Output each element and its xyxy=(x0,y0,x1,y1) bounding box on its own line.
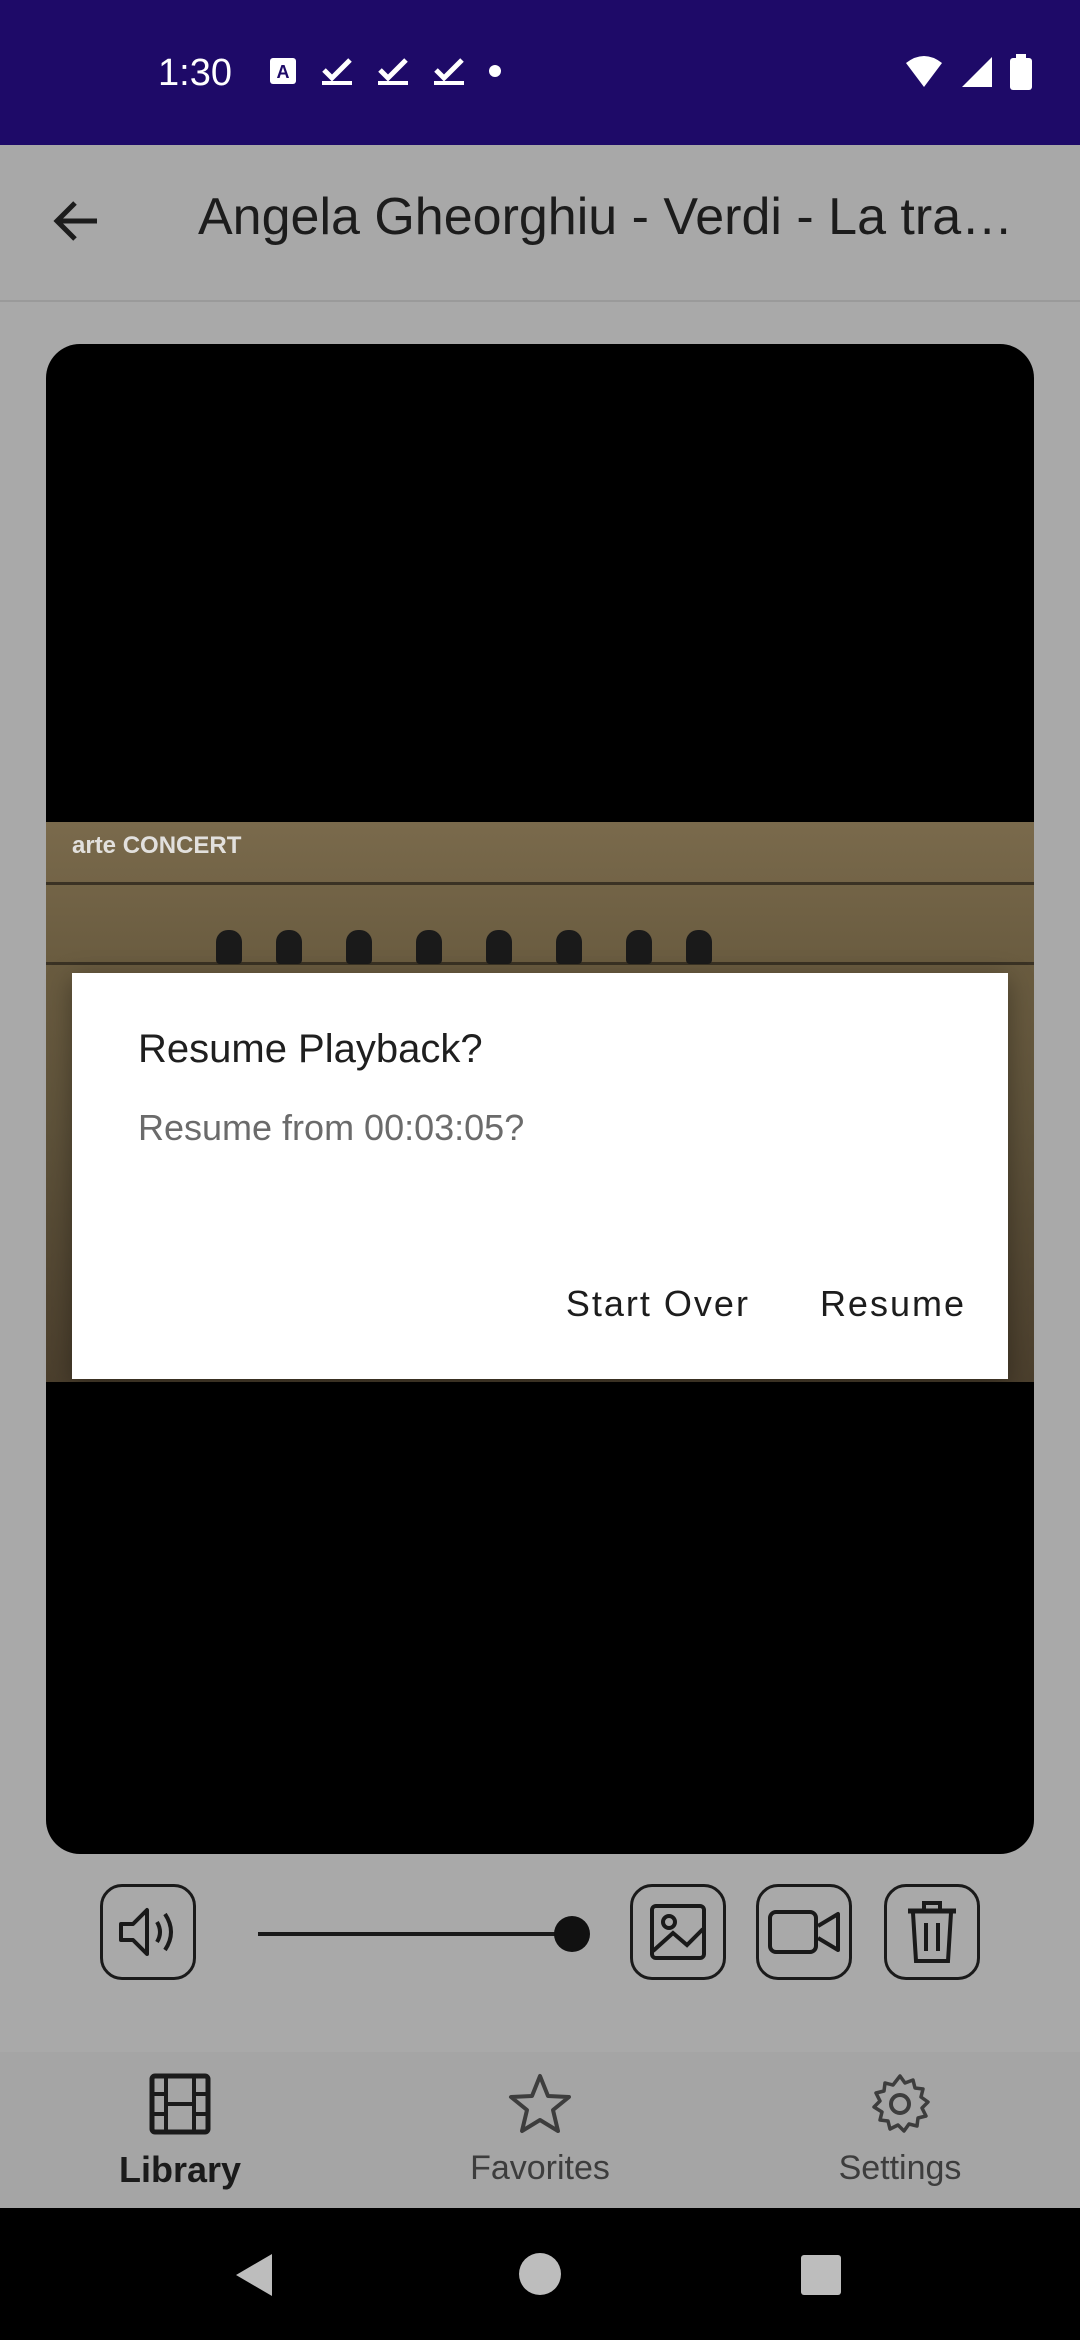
video-button[interactable] xyxy=(756,1884,852,1980)
volume-button[interactable] xyxy=(100,1884,196,1980)
back-nav-icon[interactable] xyxy=(234,2252,274,2298)
dot-icon xyxy=(489,65,501,77)
app-notification-icon: A xyxy=(270,58,296,84)
recents-nav-icon[interactable] xyxy=(800,2254,842,2296)
film-icon xyxy=(149,2073,211,2135)
volume-slider-thumb[interactable] xyxy=(554,1916,590,1952)
nav-label-settings: Settings xyxy=(838,2149,962,2187)
image-button[interactable] xyxy=(630,1884,726,1980)
video-camera-icon xyxy=(768,1910,840,1954)
nav-item-library[interactable]: Library xyxy=(60,2072,300,2191)
player-controls xyxy=(0,1884,1080,1984)
status-bar: 1:30 A xyxy=(0,0,1080,145)
image-icon xyxy=(650,1904,706,1960)
home-nav-icon[interactable] xyxy=(518,2252,562,2296)
app-bar: Angela Gheorghiu - Verdi - La traviata xyxy=(0,145,1080,302)
system-status-icons xyxy=(904,54,1032,90)
nav-label-favorites: Favorites xyxy=(470,2149,610,2187)
dialog-actions: Start Over Resume xyxy=(566,1283,966,1325)
start-over-button[interactable]: Start Over xyxy=(566,1283,750,1325)
system-navigation-bar xyxy=(0,2208,1080,2340)
status-time: 1:30 xyxy=(158,52,232,94)
notification-icons: A xyxy=(268,56,502,86)
delete-button[interactable] xyxy=(884,1884,980,1980)
battery-icon xyxy=(1010,54,1032,90)
nav-item-settings[interactable]: Settings xyxy=(780,2072,1020,2188)
back-button[interactable] xyxy=(40,185,112,257)
dialog-title: Resume Playback? xyxy=(138,1027,483,1071)
resume-button[interactable]: Resume xyxy=(820,1283,966,1325)
nav-item-favorites[interactable]: Favorites xyxy=(420,2072,660,2188)
trash-icon xyxy=(908,1901,956,1963)
download-done-icon xyxy=(434,58,464,85)
download-done-icon xyxy=(322,58,352,85)
gear-icon xyxy=(872,2074,930,2133)
download-done-icon xyxy=(378,58,408,85)
wifi-icon xyxy=(906,56,942,87)
resume-dialog: Resume Playback? Resume from 00:03:05? S… xyxy=(72,973,1008,1379)
volume-slider-track[interactable] xyxy=(258,1932,572,1936)
arrow-back-icon xyxy=(53,201,97,241)
bottom-navigation: Library Favorites Settings xyxy=(0,2052,1080,2208)
star-icon xyxy=(509,2074,571,2133)
dialog-message: Resume from 00:03:05? xyxy=(138,1107,525,1148)
volume-icon xyxy=(119,1908,173,1956)
watermark-logo: arte CONCERT xyxy=(72,832,242,859)
svg-text:A: A xyxy=(277,62,290,82)
nav-label-library: Library xyxy=(118,2149,242,2190)
page-title: Angela Gheorghiu - Verdi - La traviata xyxy=(198,188,1038,246)
cellular-signal-icon xyxy=(962,57,992,87)
